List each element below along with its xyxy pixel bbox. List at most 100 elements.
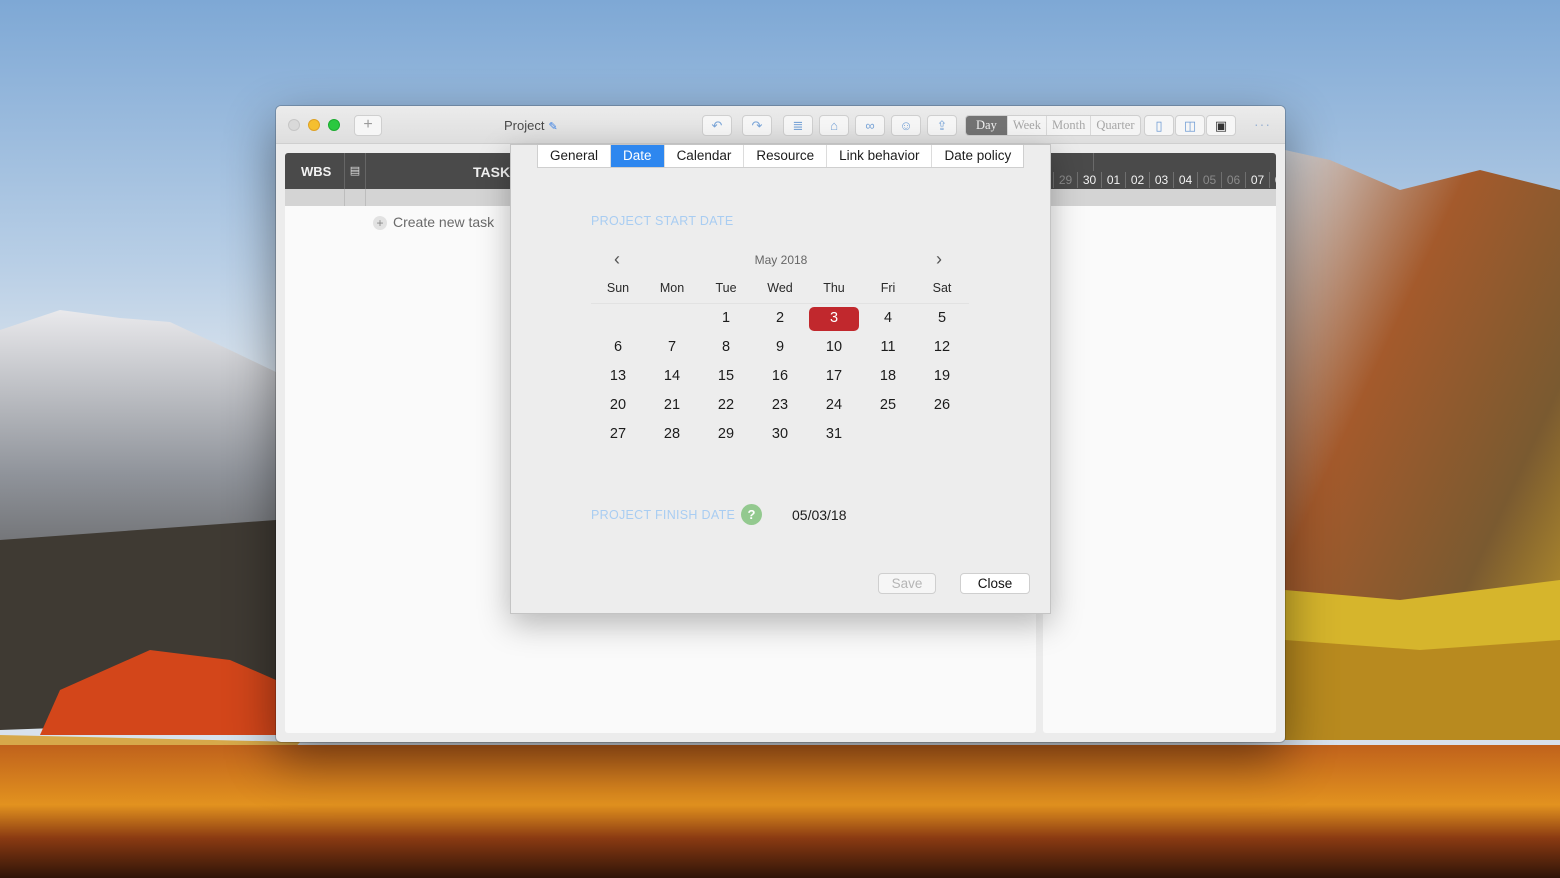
undo-button[interactable]: ↶ xyxy=(702,115,732,136)
calendar-day[interactable]: 28 xyxy=(645,420,699,449)
calendar-day-number: 23 xyxy=(771,397,789,413)
calendar-day[interactable]: 5 xyxy=(915,304,969,333)
calendar-day-number: 6 xyxy=(613,339,623,355)
create-new-task-label: Create new task xyxy=(393,214,495,230)
calendar-day[interactable]: 9 xyxy=(753,333,807,362)
calendar-day-number: 9 xyxy=(775,339,785,355)
calendar-day[interactable]: 22 xyxy=(699,391,753,420)
gantt-chart-pane: 29300102030405060708 xyxy=(1043,153,1276,733)
calendar-day-number: 29 xyxy=(717,426,735,442)
maximize-window-button[interactable] xyxy=(328,119,340,131)
calendar-day-number: 28 xyxy=(663,426,681,442)
calendar-day[interactable]: 6 xyxy=(591,333,645,362)
calendar-day[interactable]: 13 xyxy=(591,362,645,391)
view-quarter-button[interactable]: Quarter xyxy=(1091,116,1139,135)
calendar-day[interactable]: 23 xyxy=(753,391,807,420)
calendar-day[interactable]: 4 xyxy=(861,304,915,333)
indent-button[interactable]: ≣ xyxy=(783,115,813,136)
calendar-day[interactable]: 1 xyxy=(699,304,753,333)
view-week-button[interactable]: Week xyxy=(1008,116,1047,135)
show-left-pane-button[interactable]: ▯ xyxy=(1144,115,1174,136)
people-icon: ☺ xyxy=(899,118,913,133)
sidebar-right-icon: ▣ xyxy=(1214,118,1228,133)
calendar-day-number: 10 xyxy=(825,339,843,355)
add-button[interactable]: + xyxy=(354,115,382,136)
upload-icon: ⇪ xyxy=(936,118,948,133)
more-options-button[interactable]: ··· xyxy=(1254,116,1271,132)
calendar-day[interactable]: 10 xyxy=(807,333,861,362)
calendar-day-number: 7 xyxy=(667,339,677,355)
gantt-day-label: 08 xyxy=(1269,172,1276,188)
calendar-day-selected[interactable]: 3 xyxy=(807,304,861,333)
help-icon[interactable]: ? xyxy=(741,504,762,525)
calendar-day[interactable]: 14 xyxy=(645,362,699,391)
undo-icon: ↶ xyxy=(711,118,723,133)
calendar-day[interactable]: 17 xyxy=(807,362,861,391)
calendar-day-number: 27 xyxy=(609,426,627,442)
chevron-right-icon: › xyxy=(936,249,942,269)
week-divider xyxy=(1093,153,1094,171)
calendar-day[interactable]: 31 xyxy=(807,420,861,449)
gantt-header: 29300102030405060708 xyxy=(1043,153,1276,189)
tab-general[interactable]: General xyxy=(538,145,612,167)
next-month-button[interactable]: › xyxy=(936,250,942,268)
weekday-header: Sat xyxy=(915,275,969,304)
calendar-day[interactable]: 27 xyxy=(591,420,645,449)
calendar-day[interactable]: 26 xyxy=(915,391,969,420)
link-button[interactable]: ∞ xyxy=(855,115,885,136)
calendar-day-number: 4 xyxy=(883,310,893,326)
calendar-day[interactable]: 25 xyxy=(861,391,915,420)
resources-button[interactable]: ☺ xyxy=(891,115,921,136)
show-right-pane-button[interactable]: ▣ xyxy=(1206,115,1236,136)
lock-button[interactable]: ⌂ xyxy=(819,115,849,136)
calendar-day-number: 2 xyxy=(775,310,785,326)
view-day-button[interactable]: Day xyxy=(966,116,1008,135)
calendar-day-number: 1 xyxy=(721,310,731,326)
calendar-day[interactable]: 12 xyxy=(915,333,969,362)
calendar-day[interactable]: 7 xyxy=(645,333,699,362)
calendar-day[interactable]: 8 xyxy=(699,333,753,362)
show-both-panes-button[interactable]: ◫ xyxy=(1175,115,1205,136)
minimize-window-button[interactable] xyxy=(308,119,320,131)
export-button[interactable]: ⇪ xyxy=(927,115,957,136)
calendar-day[interactable]: 11 xyxy=(861,333,915,362)
plus-icon: + xyxy=(373,216,387,230)
tab-date[interactable]: Date xyxy=(611,145,665,167)
task-column-header[interactable]: TASK xyxy=(473,164,510,180)
save-button[interactable]: Save xyxy=(878,573,936,594)
close-button[interactable]: Close xyxy=(960,573,1030,594)
calendar-day[interactable]: 21 xyxy=(645,391,699,420)
title-bar: + Project ✎ ↶ ↷ ≣ ⌂ ∞ ☺ ⇪ Day Week Month … xyxy=(276,106,1285,144)
redo-button[interactable]: ↷ xyxy=(742,115,772,136)
project-finish-date-value: 05/03/18 xyxy=(792,507,847,523)
window-title: Project ✎ xyxy=(504,118,558,133)
calendar-day[interactable]: 30 xyxy=(753,420,807,449)
calendar-day[interactable]: 2 xyxy=(753,304,807,333)
calendar-day[interactable]: 18 xyxy=(861,362,915,391)
pencil-icon[interactable]: ✎ xyxy=(548,121,557,133)
calendar-day[interactable]: 15 xyxy=(699,362,753,391)
close-window-button[interactable] xyxy=(288,119,300,131)
calendar-day[interactable]: 24 xyxy=(807,391,861,420)
notes-icon[interactable]: ▤ xyxy=(344,153,366,189)
tab-link-behavior[interactable]: Link behavior xyxy=(827,145,933,167)
weekday-header: Fri xyxy=(861,275,915,304)
calendar-day[interactable]: 19 xyxy=(915,362,969,391)
gantt-day-label: 29 xyxy=(1053,172,1077,188)
weekday-header: Tue xyxy=(699,275,753,304)
tab-resource[interactable]: Resource xyxy=(744,145,828,167)
tab-date-policy[interactable]: Date policy xyxy=(932,145,1023,167)
calendar-day[interactable]: 29 xyxy=(699,420,753,449)
view-month-button[interactable]: Month xyxy=(1047,116,1092,135)
column-divider xyxy=(344,189,366,206)
calendar-day[interactable]: 20 xyxy=(591,391,645,420)
calendar-day-number: 24 xyxy=(825,397,843,413)
weekday-header: Thu xyxy=(807,275,861,304)
calendar-day[interactable]: 16 xyxy=(753,362,807,391)
wbs-column-header[interactable]: WBS xyxy=(301,164,331,179)
calendar-day-number: 14 xyxy=(663,368,681,384)
calendar-day-number: 11 xyxy=(880,339,896,355)
tab-calendar[interactable]: Calendar xyxy=(665,145,745,167)
project-start-date-label: PROJECT START DATE xyxy=(591,214,734,228)
create-new-task-button[interactable]: + Create new task xyxy=(373,214,494,230)
